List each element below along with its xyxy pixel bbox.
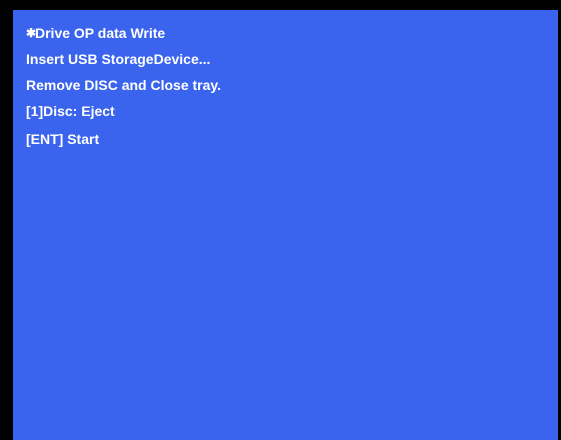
instruction-insert-usb: Insert USB StorageDevice... <box>26 51 211 67</box>
osd-screen: ✱Drive OP data Write Insert USB StorageD… <box>0 0 561 440</box>
option-disc-eject[interactable]: [1]Disc: Eject <box>26 103 221 120</box>
menu-title: ✱Drive OP data Write <box>26 25 221 42</box>
bullet-icon: ✱ <box>26 26 37 40</box>
instruction-remove-disc: Remove DISC and Close tray. <box>26 77 222 93</box>
option-enter-start[interactable]: [ENT] Start <box>26 131 221 148</box>
menu-title-text: Drive OP data Write <box>35 25 166 41</box>
service-menu: ✱Drive OP data Write Insert USB StorageD… <box>26 25 221 157</box>
